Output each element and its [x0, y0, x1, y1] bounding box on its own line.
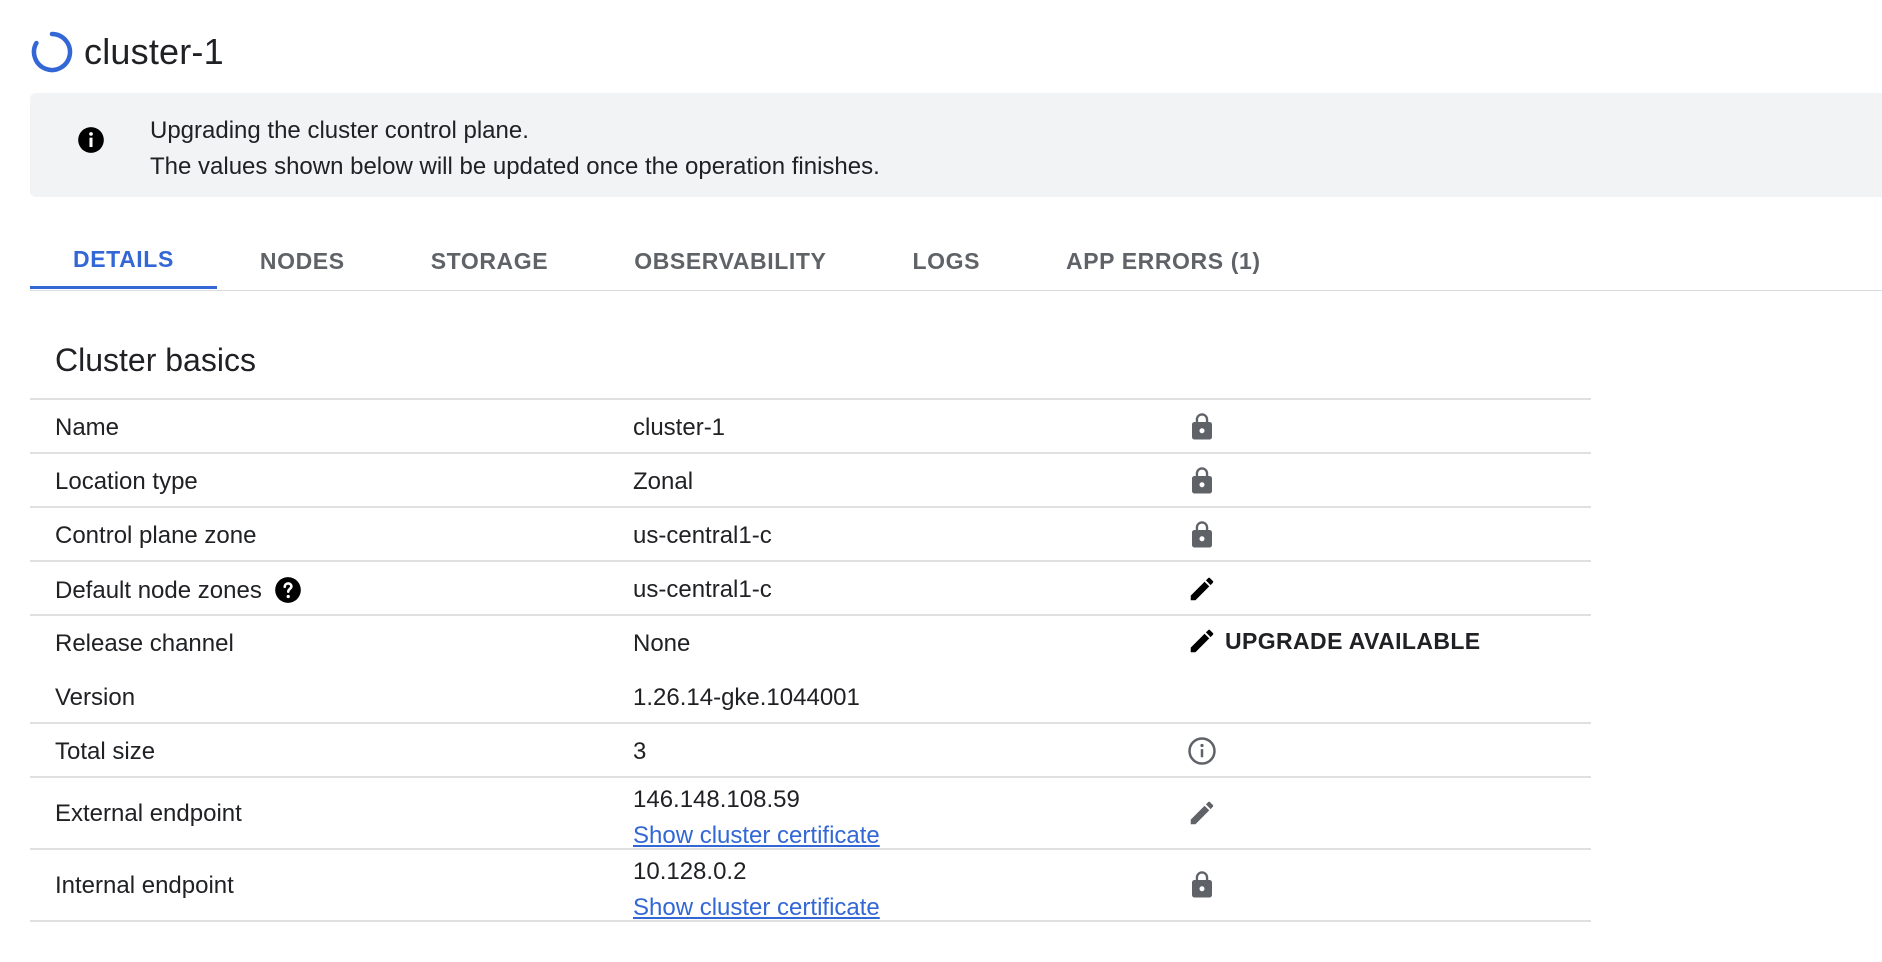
banner-line-1: Upgrading the cluster control plane.	[150, 117, 529, 144]
table-row-external-endpoint: External endpoint 146.148.108.59 Show cl…	[30, 778, 1591, 850]
row-label: Total size	[55, 738, 156, 765]
lock-icon	[1192, 521, 1212, 548]
table-row-location-type: Location type Zonal	[30, 454, 1591, 508]
help-icon[interactable]	[274, 576, 302, 604]
upgrade-available-button[interactable]: UPGRADE AVAILABLE	[1187, 626, 1481, 656]
tab-bar: DETAILS NODES STORAGE OBSERVABILITY LOGS…	[30, 233, 1882, 291]
row-label-with-help: Default node zones	[55, 576, 302, 605]
edit-icon[interactable]	[1187, 798, 1217, 828]
show-certificate-link[interactable]: Show cluster certificate	[633, 818, 880, 854]
loading-spinner-icon	[31, 31, 73, 73]
show-certificate-link[interactable]: Show cluster certificate	[633, 890, 880, 926]
row-value: 10.128.0.2 Show cluster certificate	[633, 854, 880, 926]
table-row-internal-endpoint: Internal endpoint 10.128.0.2 Show cluste…	[30, 850, 1591, 922]
row-value: cluster-1	[633, 414, 726, 441]
table-row-version: Version 1.26.14-gke.1044001	[30, 670, 1591, 724]
tab-observability[interactable]: OBSERVABILITY	[591, 233, 869, 289]
row-value: 146.148.108.59 Show cluster certificate	[633, 782, 880, 854]
endpoint-ip: 146.148.108.59	[633, 786, 800, 813]
tab-nodes[interactable]: NODES	[217, 233, 388, 289]
endpoint-ip: 10.128.0.2	[633, 858, 747, 885]
table-row-control-plane-zone: Control plane zone us-central1-c	[30, 508, 1591, 562]
cluster-details-page: cluster-1 Upgrading the cluster control …	[0, 0, 1882, 962]
row-label: Default node zones	[55, 577, 262, 604]
table-row-name: Name cluster-1	[30, 400, 1591, 454]
row-value: us-central1-c	[633, 576, 772, 603]
row-value: None	[633, 630, 691, 657]
row-label: Version	[55, 684, 136, 711]
cluster-basics-table: Name cluster-1 Location type Zonal Contr…	[30, 398, 1591, 922]
table-row-release-channel: Release channel None UPGRADE AVAILABLE	[30, 616, 1591, 670]
row-value: us-central1-c	[633, 522, 772, 549]
row-label: Name	[55, 414, 120, 441]
table-row-total-size: Total size 3	[30, 724, 1591, 778]
row-label: Release channel	[55, 630, 234, 657]
page-header: cluster-1	[30, 28, 224, 76]
lock-icon	[1192, 413, 1212, 440]
lock-icon	[1192, 467, 1212, 494]
info-banner: Upgrading the cluster control plane. The…	[30, 93, 1882, 197]
section-title: Cluster basics	[55, 342, 256, 378]
row-value: Zonal	[633, 468, 694, 495]
page-title: cluster-1	[84, 31, 224, 72]
row-label: Location type	[55, 468, 198, 495]
row-label: External endpoint	[55, 800, 242, 827]
row-label: Internal endpoint	[55, 872, 234, 899]
upgrade-label: UPGRADE AVAILABLE	[1225, 627, 1481, 654]
row-value: 1.26.14-gke.1044001	[633, 684, 860, 711]
edit-icon[interactable]	[1187, 574, 1217, 604]
tab-app-errors[interactable]: APP ERRORS (1)	[1023, 233, 1304, 289]
banner-message: Upgrading the cluster control plane. The…	[150, 113, 880, 185]
banner-line-2: The values shown below will be updated o…	[150, 153, 880, 180]
tab-logs[interactable]: LOGS	[869, 233, 1023, 289]
tab-storage[interactable]: STORAGE	[388, 233, 592, 289]
row-label: Control plane zone	[55, 522, 257, 549]
row-value: 3	[633, 738, 647, 765]
tab-details[interactable]: DETAILS	[30, 233, 217, 289]
lock-icon	[1192, 871, 1212, 898]
info-outline-icon[interactable]	[1187, 736, 1217, 766]
info-icon	[78, 127, 104, 153]
table-row-default-node-zones: Default node zones us-central1-c	[30, 562, 1591, 616]
edit-icon	[1190, 629, 1214, 653]
